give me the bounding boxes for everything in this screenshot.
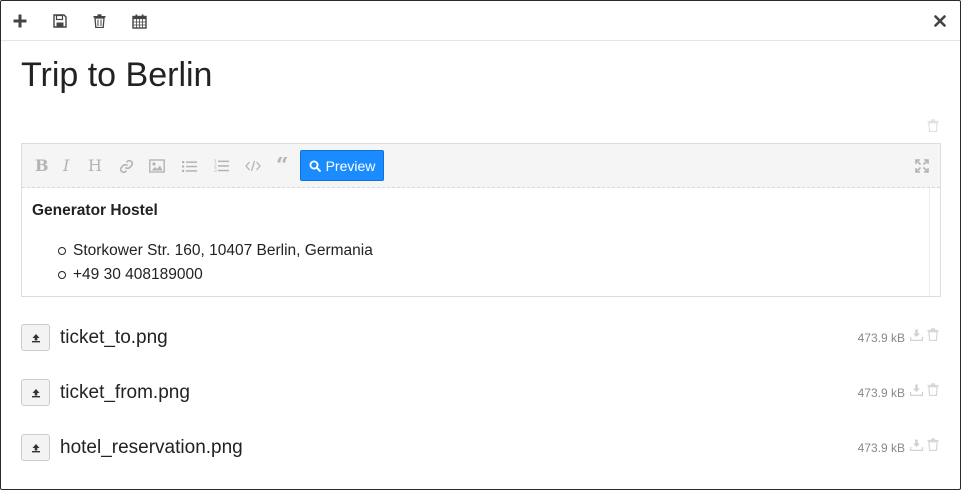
markdown-editor: B I H 123 “ Preview Generator Hostel Sto… — [21, 143, 941, 297]
link-icon[interactable] — [119, 157, 134, 175]
trash-icon[interactable] — [90, 12, 108, 30]
preview-button[interactable]: Preview — [300, 150, 384, 181]
download-icon[interactable] — [909, 383, 924, 401]
content-list: Storkower Str. 160, 10407 Berlin, German… — [58, 242, 373, 290]
calendar-icon[interactable] — [130, 12, 148, 30]
numbered-list-icon[interactable]: 123 — [214, 157, 229, 175]
file-name[interactable]: hotel_reservation.png — [60, 436, 243, 460]
bold-icon[interactable]: B — [35, 157, 49, 175]
image-icon[interactable] — [149, 157, 165, 175]
bullet-list-icon[interactable] — [182, 157, 197, 175]
upload-icon — [31, 443, 40, 452]
attachment-row: hotel_reservation.png 473.9 kB — [21, 434, 941, 462]
delete-file-icon[interactable] — [927, 383, 939, 401]
editor-content[interactable]: Generator Hostel Storkower Str. 160, 104… — [22, 188, 930, 296]
save-icon[interactable] — [51, 12, 69, 30]
quote-icon[interactable]: “ — [276, 157, 289, 175]
fullscreen-icon[interactable] — [915, 157, 929, 175]
attachment-row: ticket_to.png 473.9 kB — [21, 324, 941, 352]
delete-file-icon[interactable] — [927, 438, 939, 456]
list-item: Storkower Str. 160, 10407 Berlin, German… — [58, 242, 373, 266]
svg-text:3: 3 — [214, 168, 217, 173]
upload-button[interactable] — [21, 379, 50, 406]
note-title[interactable]: Trip to Berlin — [21, 51, 212, 99]
italic-icon[interactable]: I — [63, 157, 69, 175]
search-icon — [309, 160, 321, 172]
editor-toolbar: B I H 123 “ Preview — [22, 144, 940, 188]
content-heading: Generator Hostel — [32, 202, 158, 219]
attachment-row: ticket_from.png 473.9 kB — [21, 379, 941, 407]
file-size: 473.9 kB — [857, 386, 905, 400]
note-window: Trip to Berlin B I H 123 “ Preview Gener… — [0, 0, 961, 490]
list-item: +49 30 408189000 — [58, 266, 373, 290]
delete-file-icon[interactable] — [927, 328, 939, 346]
upload-icon — [31, 388, 40, 397]
upload-icon — [31, 333, 40, 342]
plus-icon[interactable] — [11, 12, 29, 30]
file-size: 473.9 kB — [857, 441, 905, 455]
upload-button[interactable] — [21, 434, 50, 461]
preview-label: Preview — [325, 157, 376, 174]
file-name[interactable]: ticket_to.png — [60, 326, 168, 350]
code-icon[interactable] — [245, 157, 261, 175]
file-name[interactable]: ticket_from.png — [60, 381, 190, 405]
delete-content-icon[interactable] — [927, 119, 939, 137]
top-toolbar — [1, 1, 960, 41]
heading-icon[interactable]: H — [88, 157, 102, 175]
close-icon[interactable] — [931, 12, 949, 30]
upload-button[interactable] — [21, 324, 50, 351]
file-size: 473.9 kB — [857, 331, 905, 345]
download-icon[interactable] — [909, 438, 924, 456]
download-icon[interactable] — [909, 328, 924, 346]
